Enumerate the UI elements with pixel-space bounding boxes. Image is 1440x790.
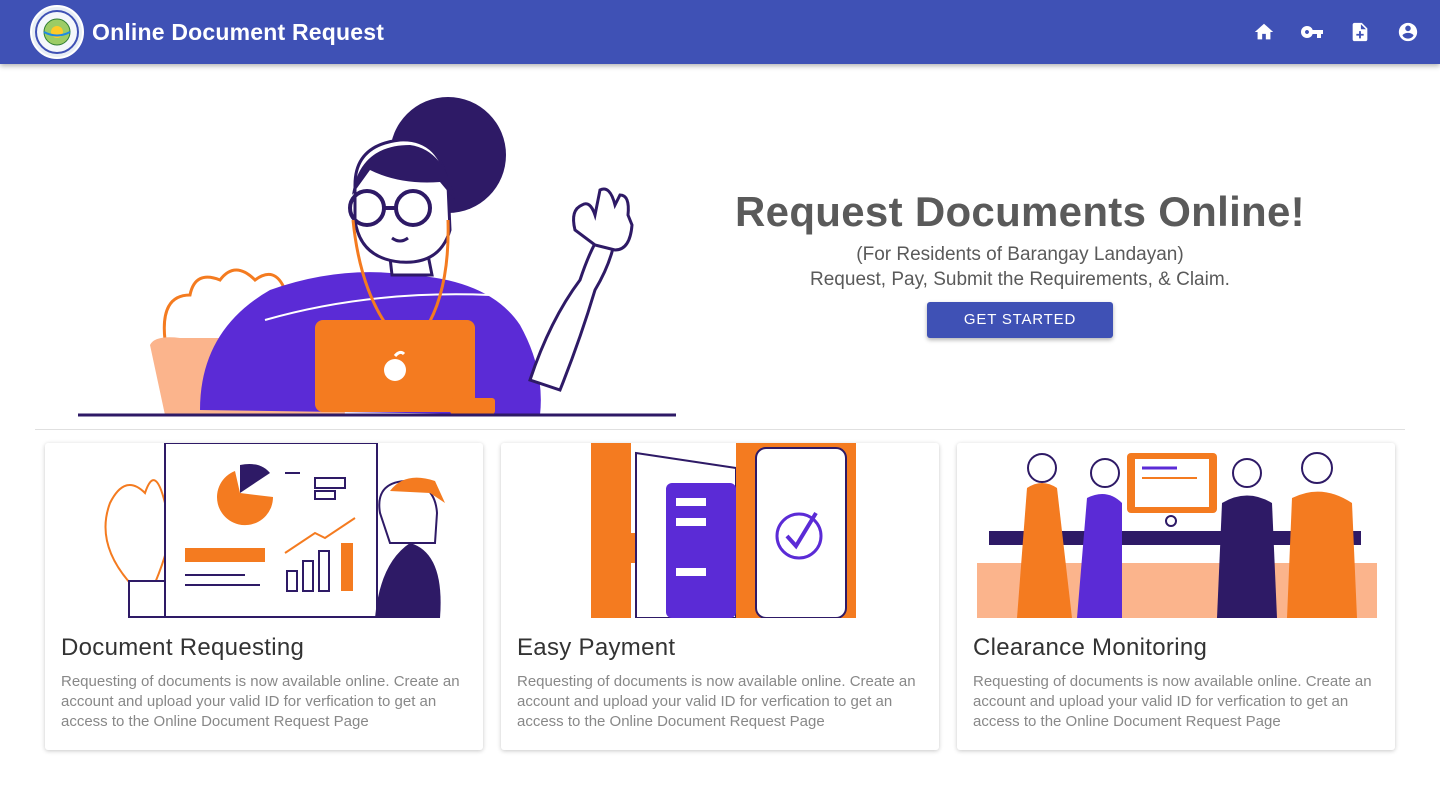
barangay-seal-icon[interactable]: [30, 5, 84, 59]
hero-text: Request Documents Online! (For Residents…: [700, 188, 1340, 338]
card-title: Clearance Monitoring: [973, 634, 1208, 661]
add-document-icon[interactable]: [1348, 20, 1372, 44]
hero-subtitle: (For Residents of Barangay Landayan): [856, 244, 1184, 265]
easy-payment-illustration: [591, 443, 856, 618]
card-text: Requesting of documents is now available…: [517, 673, 916, 730]
hero-tagline: Request, Pay, Submit the Requirements, &…: [810, 269, 1230, 290]
card-title: Document Requesting: [61, 634, 305, 661]
hero-illustration: [70, 90, 680, 425]
home-icon[interactable]: [1252, 20, 1276, 44]
account-circle-icon[interactable]: [1396, 20, 1420, 44]
card-text: Requesting of documents is now available…: [61, 673, 460, 730]
nav-icons: [1252, 20, 1420, 44]
get-started-button[interactable]: GET STARTED: [927, 302, 1113, 338]
card-title: Easy Payment: [517, 634, 676, 661]
card-easy-payment: Easy Payment Requesting of documents is …: [501, 443, 939, 750]
section-divider: [35, 429, 1405, 430]
document-requesting-illustration: [104, 443, 445, 618]
key-icon[interactable]: [1300, 20, 1324, 44]
card-document-requesting: Document Requesting Requesting of docume…: [45, 443, 483, 750]
card-clearance-monitoring: Clearance Monitoring Requesting of docum…: [957, 443, 1395, 750]
app-bar: Online Document Request: [0, 0, 1440, 64]
card-text: Requesting of documents is now available…: [973, 673, 1372, 730]
clearance-monitoring-illustration: [977, 452, 1377, 618]
hero-title: Request Documents Online!: [735, 188, 1305, 235]
app-title[interactable]: Online Document Request: [92, 19, 384, 46]
